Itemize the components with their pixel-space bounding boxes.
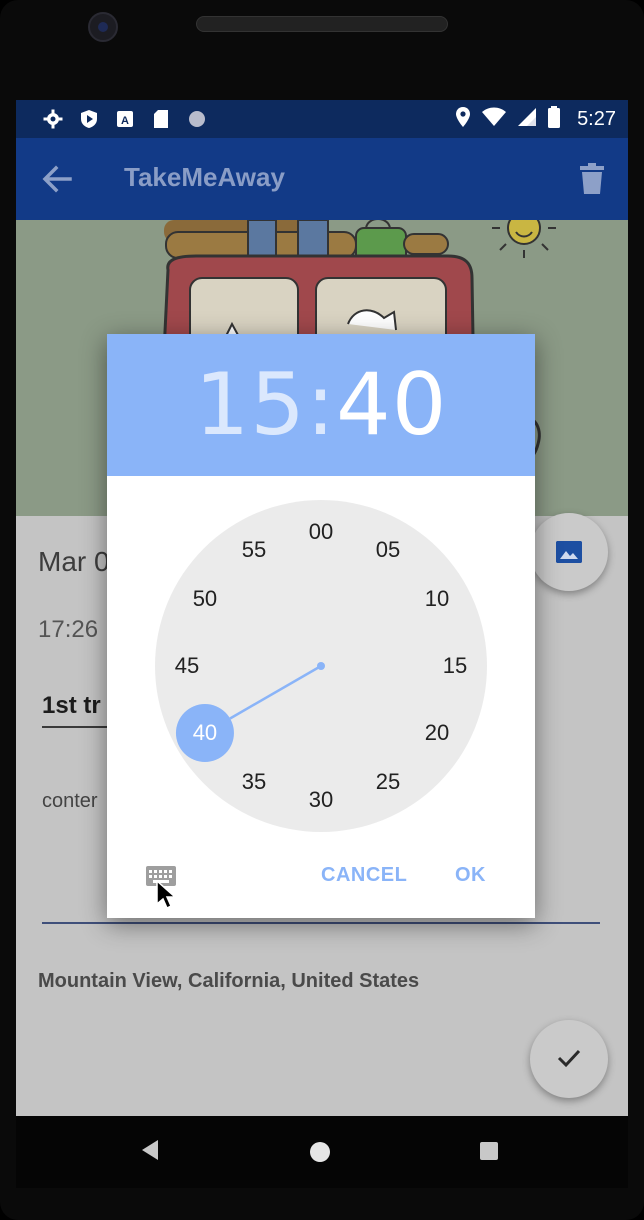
content-underline (42, 922, 600, 924)
clock-number-40[interactable]: 40 (183, 718, 227, 748)
a-badge-icon: A (114, 108, 136, 130)
clock-number-50[interactable]: 50 (183, 584, 227, 614)
time-separator: : (306, 355, 336, 455)
save-button[interactable] (530, 1020, 608, 1098)
time-picker-dialog: 15 : 40 00 05 10 15 20 25 30 35 40 45 50 55 CANCEL … (107, 334, 535, 918)
sd-card-icon (150, 108, 172, 130)
dot-icon (186, 108, 208, 130)
status-icons-left: A (42, 108, 208, 130)
clock-number-25[interactable]: 25 (366, 767, 410, 797)
earpiece-speaker (196, 16, 448, 32)
clock-number-35[interactable]: 35 (232, 767, 276, 797)
check-icon (556, 1043, 582, 1075)
app-title: TakeMeAway (124, 162, 285, 192)
note-location: Mountain View, California, United States (38, 970, 420, 992)
minute-display[interactable]: 40 (336, 355, 447, 455)
clock-center-dot (317, 662, 325, 670)
note-content-field[interactable]: conter (42, 790, 98, 813)
settings-icon (42, 108, 64, 130)
nav-recents-icon[interactable] (480, 1142, 498, 1160)
clock-face[interactable]: 00 05 10 15 20 25 30 35 40 45 50 55 (155, 500, 487, 832)
screen: A 5:27 TakeMeAway Mar 0 17:26 1st tr con… (16, 100, 628, 1116)
arrow-left-icon[interactable] (40, 162, 74, 196)
wifi-icon (481, 107, 507, 132)
image-icon (556, 541, 582, 563)
clock-number-55[interactable]: 55 (232, 535, 276, 565)
note-time[interactable]: 17:26 (38, 616, 98, 644)
status-bar: A 5:27 (16, 100, 628, 138)
clock-number-30[interactable]: 30 (299, 785, 343, 815)
location-pin-icon (455, 106, 471, 133)
status-icons-right: 5:27 (455, 106, 616, 133)
app-bar: TakeMeAway (16, 138, 628, 220)
clock-number-10[interactable]: 10 (415, 584, 459, 614)
shield-play-icon (78, 108, 100, 130)
front-camera (88, 12, 118, 42)
status-time: 5:27 (577, 108, 616, 130)
clock-number-15[interactable]: 15 (433, 651, 477, 681)
clock-hand (229, 664, 322, 720)
clock-number-05[interactable]: 05 (366, 535, 410, 565)
add-image-button[interactable] (530, 513, 608, 591)
time-picker-header: 15 : 40 (107, 334, 535, 476)
nav-home-icon[interactable] (310, 1142, 330, 1162)
clock-number-00[interactable]: 00 (299, 517, 343, 547)
selected-time-display: 15 : 40 (195, 355, 448, 455)
signal-icon (517, 107, 537, 132)
note-date[interactable]: Mar 0 (38, 546, 110, 578)
clock-number-20[interactable]: 20 (415, 718, 459, 748)
cancel-button[interactable]: CANCEL (321, 864, 407, 887)
ok-button[interactable]: OK (455, 864, 486, 887)
nav-back-icon[interactable] (142, 1140, 158, 1160)
hour-display[interactable]: 15 (195, 355, 306, 455)
svg-text:A: A (121, 115, 129, 127)
trash-icon[interactable] (578, 162, 606, 196)
navigation-bar (16, 1116, 628, 1188)
battery-icon (547, 106, 561, 133)
mouse-cursor-icon (155, 879, 177, 910)
clock-number-45[interactable]: 45 (165, 651, 209, 681)
